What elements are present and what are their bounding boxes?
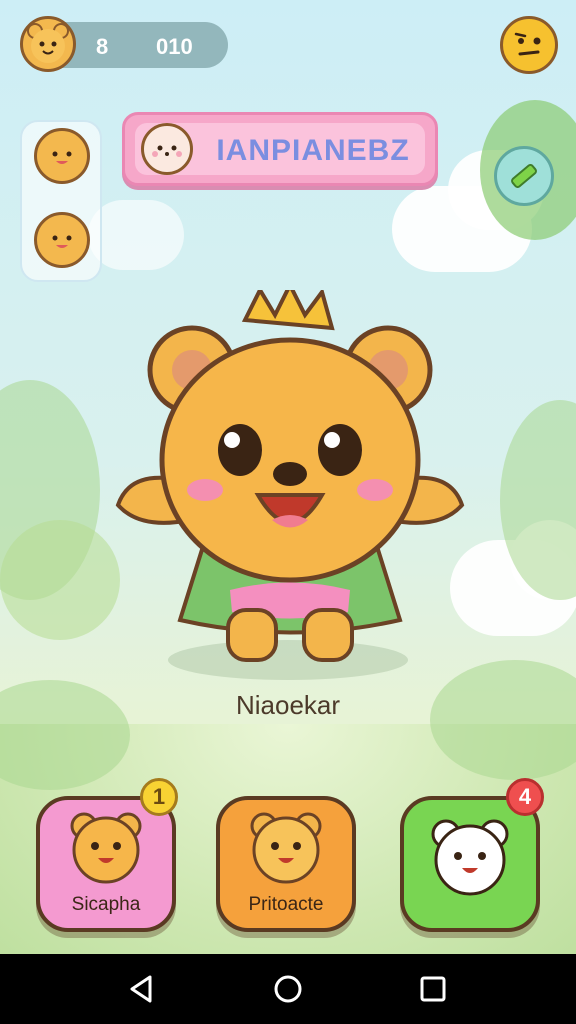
banner-title: IANPIANEBZ	[216, 134, 410, 167]
coin-count: 8	[96, 34, 109, 59]
name-banner[interactable]: IANPIANEBZ	[122, 112, 438, 186]
game-screen: 8 010 IANPIANEBZ Niaoekar Sicapha 1 Prit…	[0, 0, 576, 1024]
cloud	[88, 200, 184, 270]
triangle-back-icon[interactable]	[120, 968, 162, 1010]
square-recent-icon[interactable]	[412, 968, 454, 1010]
notification-badge: 4	[506, 778, 544, 816]
bear-mascot[interactable]	[110, 290, 470, 670]
card-sicapha[interactable]: Sicapha	[36, 796, 176, 932]
bear-face-icon	[52, 151, 72, 164]
tree-foliage	[0, 520, 120, 640]
card-pritoacte[interactable]: Pritoacte	[216, 796, 356, 932]
skeptical-face-icon	[514, 32, 541, 56]
score-count: 010	[156, 34, 193, 59]
character-slot-1[interactable]	[34, 128, 90, 184]
bear-face-icon	[27, 23, 69, 63]
player-avatar[interactable]	[20, 16, 76, 72]
bear-face-icon	[52, 235, 72, 248]
character-slot-2[interactable]	[34, 212, 90, 268]
cub-face-icon	[141, 123, 193, 175]
card-label: Pritoacte	[248, 894, 324, 915]
edit-button[interactable]	[494, 146, 554, 206]
polar-bear-icon	[431, 819, 509, 896]
system-nav-bar	[0, 954, 576, 1024]
circle-home-icon[interactable]	[267, 968, 309, 1010]
character-name: Niaoekar	[235, 690, 341, 720]
pencil-icon	[511, 164, 537, 188]
emote-button[interactable]	[500, 16, 558, 74]
card-polar-bear[interactable]	[400, 796, 540, 932]
bear-cub-icon	[250, 812, 322, 884]
notification-badge: 1	[140, 778, 178, 816]
card-label: Sicapha	[71, 894, 141, 915]
